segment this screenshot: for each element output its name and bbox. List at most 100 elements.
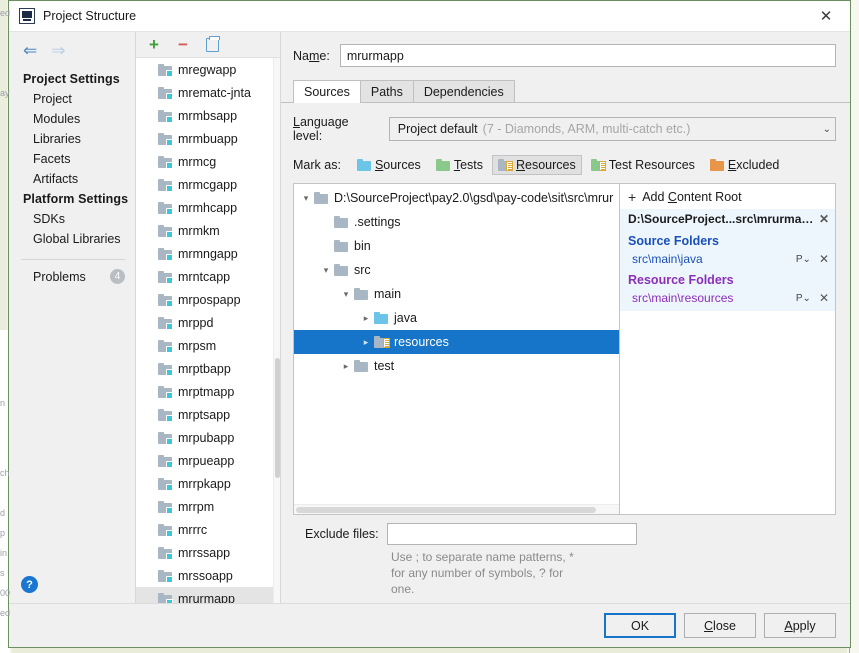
- excluded-folder-icon: [710, 159, 724, 171]
- add-content-root-button[interactable]: + Add Content Root: [620, 184, 835, 209]
- add-module-button[interactable]: +: [146, 37, 162, 53]
- module-list-item[interactable]: mregwapp: [136, 58, 273, 81]
- mark-as-resources-button[interactable]: Resources: [492, 155, 582, 175]
- sidebar-item-project[interactable]: Project: [9, 89, 135, 109]
- module-list-item[interactable]: mrmhcapp: [136, 196, 273, 219]
- dialog-footer: OK Close Apply: [9, 603, 850, 647]
- module-list-item[interactable]: mrmcgapp: [136, 173, 273, 196]
- chevron-down-icon[interactable]: ▾: [338, 289, 354, 300]
- mark-as-excluded-button[interactable]: Excluded: [704, 155, 785, 175]
- sidebar-item-global-libraries[interactable]: Global Libraries: [9, 229, 135, 249]
- tree-row[interactable]: ▸ test: [294, 354, 619, 378]
- mark-as-sources-button[interactable]: Sources: [351, 155, 427, 175]
- tree-row[interactable]: ▸ resources: [294, 330, 619, 354]
- sidebar-item-artifacts[interactable]: Artifacts: [9, 169, 135, 189]
- sources-tab-panel: Language level: Project default (7 - Dia…: [281, 103, 850, 603]
- tree-row[interactable]: ▾ src: [294, 258, 619, 282]
- source-folders-title: Source Folders: [620, 229, 835, 250]
- exclude-files-input[interactable]: [387, 523, 637, 545]
- tree-row[interactable]: ▸ bin: [294, 234, 619, 258]
- module-list-item[interactable]: mrptsapp: [136, 403, 273, 426]
- sidebar-item-facets[interactable]: Facets: [9, 149, 135, 169]
- sidebar-item-libraries[interactable]: Libraries: [9, 129, 135, 149]
- modules-scroll-content: mregwapp mrematc-jntamrmbsapp mrmbuapp mrmc…: [136, 58, 273, 603]
- chevron-right-icon[interactable]: ▸: [338, 361, 354, 372]
- module-list-item[interactable]: mrpubapp: [136, 426, 273, 449]
- module-list-item[interactable]: mrmbsapp: [136, 104, 273, 127]
- module-list-item[interactable]: mrntcapp: [136, 265, 273, 288]
- resource-folders-title: Resource Folders: [620, 268, 835, 289]
- remove-source-folder-icon[interactable]: ✕: [815, 252, 829, 266]
- sidebar-item-modules[interactable]: Modules: [9, 109, 135, 129]
- module-folder-icon: [158, 225, 172, 237]
- module-list-item[interactable]: mrptmapp: [136, 380, 273, 403]
- module-folder-icon: [158, 386, 172, 398]
- module-list-item[interactable]: mrurmapp: [136, 587, 273, 603]
- tree-scrollbar-thumb[interactable]: [296, 507, 596, 513]
- content-root-path: D:\SourceProject...src\mrurmapp: [628, 212, 815, 226]
- tab-sources[interactable]: Sources: [293, 80, 361, 103]
- help-button[interactable]: ?: [21, 576, 38, 593]
- module-list-item[interactable]: mrppd: [136, 311, 273, 334]
- chevron-down-icon[interactable]: ▾: [318, 265, 334, 276]
- module-list-item[interactable]: mrpueapp: [136, 449, 273, 472]
- module-list-item[interactable]: mrptbapp: [136, 357, 273, 380]
- module-list-item-label: mregwapp: [178, 63, 236, 77]
- module-list-item[interactable]: mrrpkapp: [136, 472, 273, 495]
- remove-module-button[interactable]: −: [175, 37, 191, 53]
- module-list-item[interactable]: mrrssapp: [136, 541, 273, 564]
- modules-vertical-scrollbar[interactable]: [273, 58, 280, 603]
- resource-folder-row[interactable]: src\main\resources P⌄ ✕: [620, 289, 835, 307]
- module-list-item-label: mrmkm: [178, 224, 220, 238]
- chevron-down-icon[interactable]: ▾: [298, 193, 314, 204]
- module-list-item[interactable]: mrrpm: [136, 495, 273, 518]
- remove-resource-folder-icon[interactable]: ✕: [815, 291, 829, 305]
- tree-row[interactable]: ▾ D:\SourceProject\pay2.0\gsd\pay-code\s…: [294, 186, 619, 210]
- chevron-right-icon[interactable]: ▸: [358, 313, 374, 324]
- tab-paths[interactable]: Paths: [360, 80, 414, 103]
- source-folder-row[interactable]: src\main\java P⌄ ✕: [620, 250, 835, 268]
- module-list-item[interactable]: mrmbuapp: [136, 127, 273, 150]
- close-icon[interactable]: ✕: [804, 1, 848, 31]
- module-name-input[interactable]: [340, 44, 836, 67]
- modules-scrollbar-thumb[interactable]: [275, 358, 280, 478]
- tree-row[interactable]: ▸ java: [294, 306, 619, 330]
- package-prefix-icon[interactable]: P⌄: [796, 254, 811, 265]
- sidebar-item-problems[interactable]: Problems 4: [9, 266, 135, 287]
- module-list-item-label: mrpueapp: [178, 454, 234, 468]
- mark-as-test-resources-button[interactable]: Test Resources: [585, 155, 701, 175]
- folder-icon: [334, 264, 348, 276]
- tree-horizontal-scrollbar[interactable]: [294, 504, 619, 514]
- close-button[interactable]: Close: [684, 613, 756, 638]
- mark-as-tests-button[interactable]: Tests: [430, 155, 489, 175]
- module-folder-icon: [158, 271, 172, 283]
- sidebar-item-sdks[interactable]: SDKs: [9, 209, 135, 229]
- module-list-item[interactable]: mrematc-jnta: [136, 81, 273, 104]
- tree-row[interactable]: ▸ .settings: [294, 210, 619, 234]
- module-list-item-label: mrmbuapp: [178, 132, 238, 146]
- module-folder-icon: [158, 156, 172, 168]
- module-list-item[interactable]: mrmcg: [136, 150, 273, 173]
- module-list-item[interactable]: mrmkm: [136, 219, 273, 242]
- chevron-right-icon[interactable]: ▸: [358, 337, 374, 348]
- copy-module-button[interactable]: [204, 37, 220, 53]
- module-list-item-label: mrrpm: [178, 500, 214, 514]
- module-list-item[interactable]: mrssoapp: [136, 564, 273, 587]
- module-list-item[interactable]: mrmngapp: [136, 242, 273, 265]
- apply-button[interactable]: Apply: [764, 613, 836, 638]
- tabs-underline: [281, 102, 850, 103]
- module-list-item[interactable]: mrpospapp: [136, 288, 273, 311]
- module-list-item[interactable]: mrpsm: [136, 334, 273, 357]
- chevron-down-icon: ⌄: [823, 124, 831, 135]
- tree-row[interactable]: ▾ main: [294, 282, 619, 306]
- module-list-item[interactable]: mrrrc: [136, 518, 273, 541]
- back-arrow-icon[interactable]: ⇐: [23, 42, 37, 59]
- remove-content-root-icon[interactable]: ✕: [815, 212, 829, 226]
- forward-arrow-icon[interactable]: ⇒: [51, 42, 65, 59]
- tab-dependencies[interactable]: Dependencies: [413, 80, 515, 103]
- ok-button[interactable]: OK: [604, 613, 676, 638]
- language-level-dropdown[interactable]: Project default (7 - Diamonds, ARM, mult…: [389, 117, 836, 141]
- package-prefix-icon[interactable]: P⌄: [796, 293, 811, 304]
- folder-icon: [354, 360, 368, 372]
- modules-list: mregwapp mrematc-jntamrmbsapp mrmbuapp mrmc…: [136, 58, 280, 603]
